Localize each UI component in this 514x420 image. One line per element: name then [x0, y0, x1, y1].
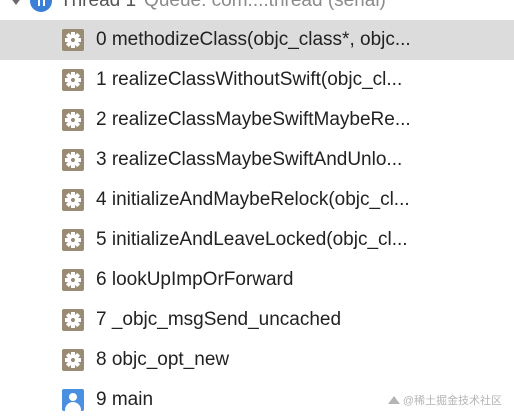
stack-frame-row[interactable]: 5 initializeAndLeaveLocked(objc_cl... — [0, 220, 514, 260]
stack-frame-label: 8 objc_opt_new — [96, 349, 230, 370]
user-icon — [62, 389, 84, 411]
stack-frame-row[interactable]: 8 objc_opt_new — [0, 340, 514, 380]
thread-icon — [30, 0, 52, 12]
disclosure-triangle-icon[interactable] — [10, 0, 22, 5]
gear-icon — [62, 349, 84, 371]
stack-frame-label: 3 realizeClassMaybeSwiftAndUnlo... — [96, 149, 403, 170]
gear-icon — [62, 189, 84, 211]
thread-name: Thread 1 — [60, 0, 137, 11]
thread-queue: Queue: com....thread (serial) — [144, 0, 386, 11]
stack-frame-row[interactable]: 4 initializeAndMaybeRelock(objc_cl... — [0, 180, 514, 220]
stack-frame-label: 6 lookUpImpOrForward — [96, 269, 294, 290]
gear-icon — [62, 309, 84, 331]
stack-frame-label: 9 main — [96, 389, 154, 410]
stack-frame-row[interactable]: 6 lookUpImpOrForward — [0, 260, 514, 300]
stack-frame-row[interactable]: 3 realizeClassMaybeSwiftAndUnlo... — [0, 140, 514, 180]
stack-frame-row[interactable]: 2 realizeClassMaybeSwiftMaybeRe... — [0, 100, 514, 140]
thread-header[interactable]: Thread 1 Queue: com....thread (serial) — [0, 0, 514, 14]
watermark-text: @稀土掘金技术社区 — [402, 395, 502, 407]
stack-frame-label: 1 realizeClassWithoutSwift(objc_cl... — [96, 69, 403, 90]
watermark: @稀土掘金技术社区 — [387, 392, 502, 408]
stack-frame-row[interactable]: 1 realizeClassWithoutSwift(objc_cl... — [0, 60, 514, 100]
juejin-logo-icon — [387, 394, 400, 406]
stack-frame-label: 2 realizeClassMaybeSwiftMaybeRe... — [96, 109, 411, 130]
stack-frame-list: 0 methodizeClass(objc_class*, objc... 1 … — [0, 20, 514, 420]
gear-icon — [62, 29, 84, 51]
stack-frame-label: 7 _objc_msgSend_uncached — [96, 309, 342, 330]
gear-icon — [62, 109, 84, 131]
stack-frame-label: 0 methodizeClass(objc_class*, objc... — [96, 29, 411, 50]
gear-icon — [62, 149, 84, 171]
gear-icon — [62, 69, 84, 91]
stack-frame-row[interactable]: 0 methodizeClass(objc_class*, objc... — [0, 20, 514, 60]
stack-frame-row[interactable]: 7 _objc_msgSend_uncached — [0, 300, 514, 340]
gear-icon — [62, 229, 84, 251]
stack-frame-label: 4 initializeAndMaybeRelock(objc_cl... — [96, 189, 410, 210]
stack-frame-label: 5 initializeAndLeaveLocked(objc_cl... — [96, 229, 408, 250]
gear-icon — [62, 269, 84, 291]
